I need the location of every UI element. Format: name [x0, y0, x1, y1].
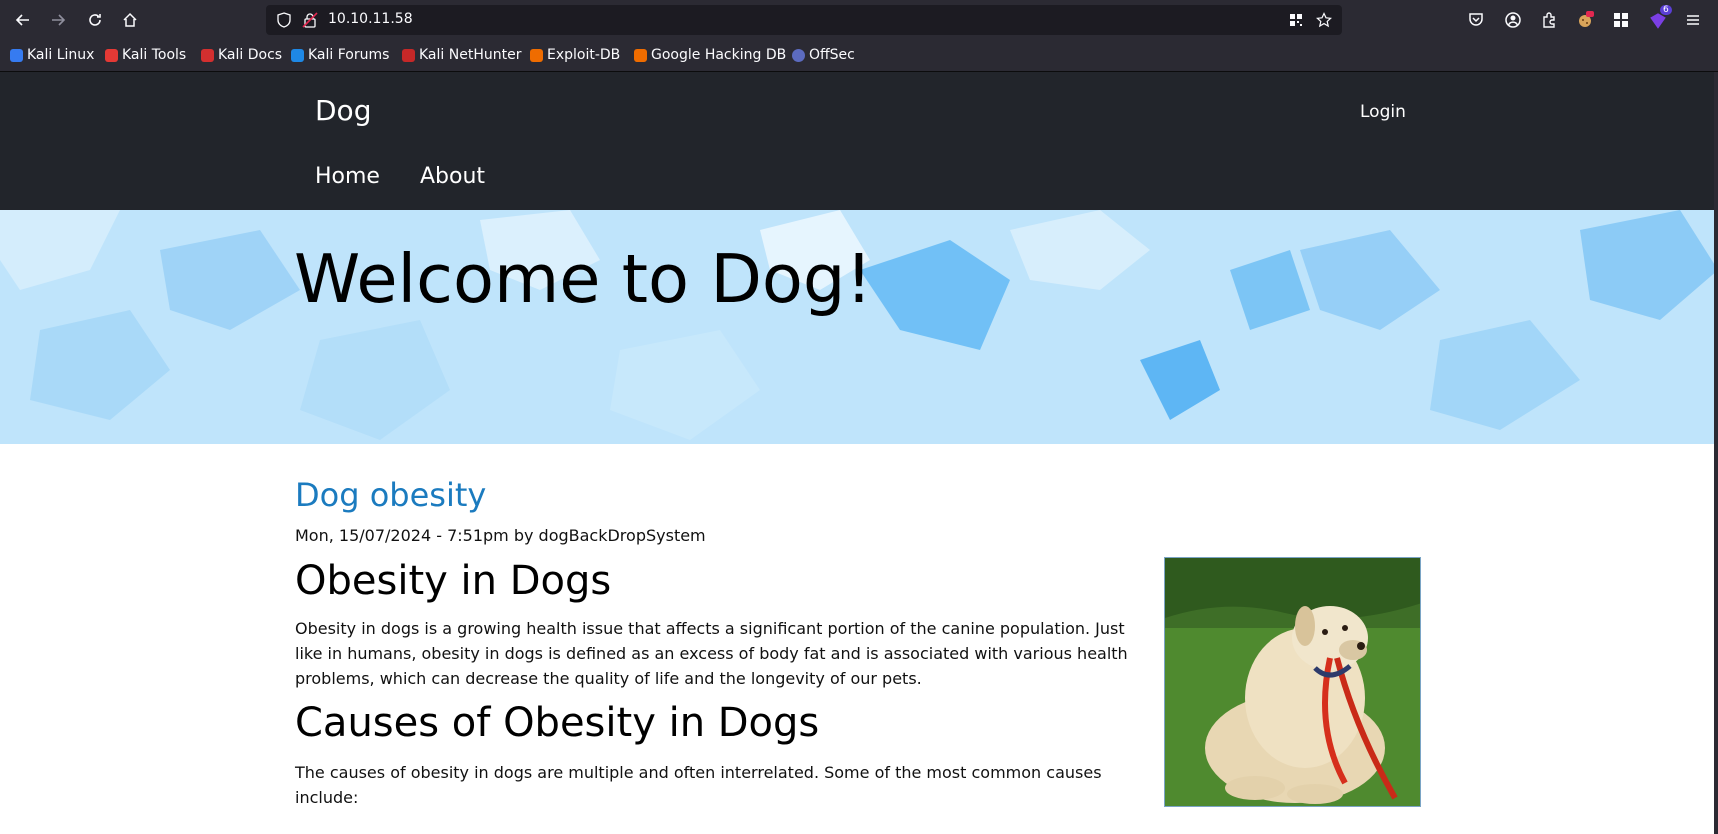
qr-code-icon[interactable] [1288, 12, 1304, 28]
home-icon [123, 12, 137, 27]
bookmark-exploit-db[interactable]: Exploit-DB [530, 47, 620, 63]
url-text[interactable]: 10.10.11.58 [328, 11, 413, 27]
exploit-db-icon [530, 48, 543, 62]
extension-badge: 6 [1660, 5, 1672, 15]
paragraph-intro: Obesity in dogs is a growing health issu… [295, 619, 1128, 688]
back-arrow-icon [15, 14, 29, 26]
dog-photo [1164, 557, 1421, 807]
google-hacking-db-icon [634, 48, 647, 62]
post-title-link[interactable]: Dog obesity [295, 476, 486, 514]
account-icon[interactable] [1504, 11, 1522, 29]
bookmark-kali-docs[interactable]: Kali Docs [201, 47, 282, 63]
bookmark-offsec[interactable]: OffSec [792, 47, 855, 63]
bookmark-kali-linux[interactable]: Kali Linux [10, 47, 94, 63]
dog-illustration [1165, 558, 1420, 806]
cookie-extension-icon[interactable] [1576, 11, 1594, 29]
grid-extension-icon[interactable] [1612, 11, 1630, 29]
pocket-icon[interactable] [1467, 11, 1485, 29]
reload-icon [89, 14, 101, 26]
back-button[interactable] [12, 9, 34, 31]
login-link[interactable]: Login [1360, 102, 1406, 122]
address-bar[interactable]: 10.10.11.58 [266, 5, 1342, 35]
kali-forums-icon [291, 48, 304, 62]
bookmark-kali-forums[interactable]: Kali Forums [291, 47, 389, 63]
site-header: Dog Login Home About [0, 72, 1718, 210]
hero-title: Welcome to Dog! [294, 240, 873, 318]
forward-button[interactable] [47, 9, 69, 31]
section-heading-obesity: Obesity in Dogs [295, 558, 612, 604]
bookmark-kali-nethunter[interactable]: Kali NetHunter [402, 47, 521, 63]
kali-linux-icon [10, 48, 23, 62]
browser-toolbar: 10.10.11.58 6 [0, 0, 1718, 40]
bookmarks-bar: Kali Linux Kali Tools Kali Docs Kali For… [0, 40, 1718, 72]
bookmark-kali-tools[interactable]: Kali Tools [105, 47, 186, 63]
nav-home[interactable]: Home [315, 164, 380, 189]
hero-banner: Welcome to Dog! [0, 210, 1718, 444]
home-button[interactable] [119, 9, 141, 31]
nav-about[interactable]: About [420, 164, 485, 189]
main-content: Dog obesity Mon, 15/07/2024 - 7:51pm by … [0, 444, 1718, 834]
forward-arrow-icon [52, 14, 66, 26]
kali-docs-icon [201, 48, 214, 62]
extensions-icon[interactable] [1540, 11, 1558, 29]
page-scrollbar[interactable] [1714, 72, 1718, 834]
kali-tools-icon [105, 48, 118, 62]
offsec-icon [792, 48, 805, 62]
wappalyzer-extension[interactable]: 6 [1648, 5, 1672, 32]
menu-icon[interactable] [1684, 11, 1702, 29]
bookmark-star-icon[interactable] [1316, 12, 1332, 28]
insecure-lock-icon[interactable] [302, 12, 318, 28]
post-meta: Mon, 15/07/2024 - 7:51pm by dogBackDropS… [295, 526, 706, 545]
site-name[interactable]: Dog [315, 94, 371, 127]
section-heading-causes: Causes of Obesity in Dogs [295, 700, 820, 746]
paragraph-causes: The causes of obesity in dogs are multip… [295, 763, 1102, 807]
bookmark-google-hacking-db[interactable]: Google Hacking DB [634, 47, 786, 63]
reload-button[interactable] [84, 9, 106, 31]
kali-nethunter-icon [402, 48, 415, 62]
main-nav: Home About [315, 164, 485, 189]
shield-icon[interactable] [276, 12, 292, 28]
